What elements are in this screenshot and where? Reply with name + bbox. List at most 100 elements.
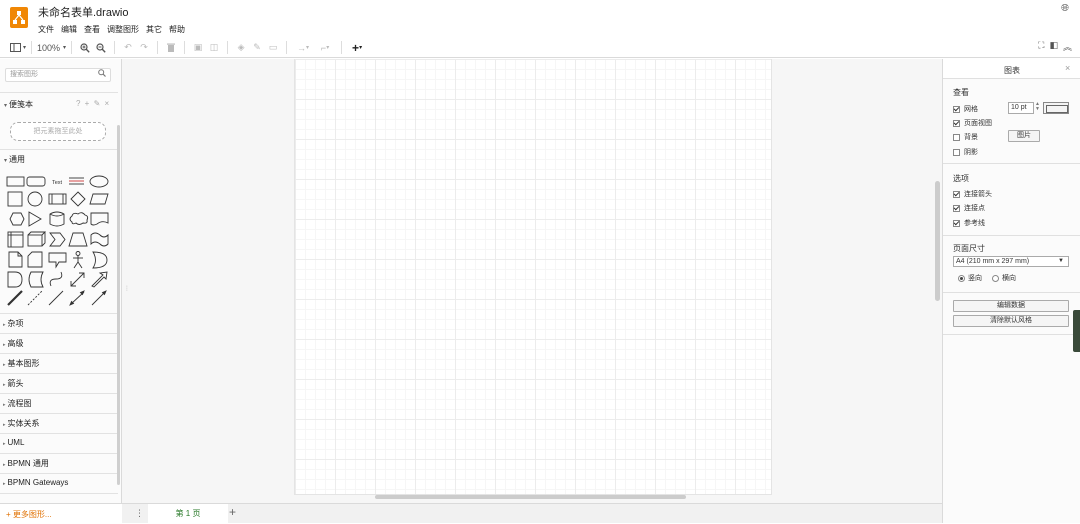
- line-color-icon[interactable]: ✎: [249, 40, 265, 56]
- fullscreen-icon[interactable]: ⛶: [1038, 40, 1044, 53]
- category-bpmn-gateways[interactable]: ▸ BPMN Gateways: [3, 478, 68, 487]
- connection-style-icon[interactable]: → ▾: [292, 40, 314, 56]
- category-flowchart[interactable]: ▸ 流程图: [3, 398, 32, 409]
- grid-size-spinner-icon[interactable]: ▲ ▼: [1035, 102, 1040, 112]
- clear-default-style-button[interactable]: 清除默认风格: [953, 315, 1069, 327]
- floating-side-widget[interactable]: [1073, 310, 1080, 352]
- fill-color-icon[interactable]: ◈: [233, 40, 249, 56]
- zoom-select[interactable]: 100% ▾: [37, 40, 66, 56]
- scratchpad-drop-zone[interactable]: 把元素拖至此处: [10, 122, 106, 141]
- collapse-chevron-icon[interactable]: ︽: [1063, 40, 1072, 53]
- checkbox-checked[interactable]: [953, 219, 960, 227]
- delete-icon[interactable]: [163, 40, 179, 56]
- menu-file[interactable]: 文件: [38, 24, 54, 35]
- sidebar-scrollbar[interactable]: [117, 125, 120, 485]
- toolbar-separator: [341, 41, 343, 54]
- shape-process: [48, 193, 67, 205]
- shape-document: [90, 212, 109, 226]
- shadow-icon[interactable]: ▭: [265, 40, 281, 56]
- shape-search-input[interactable]: 搜索图形: [5, 68, 111, 82]
- add-page-icon[interactable]: +: [229, 505, 236, 519]
- waypoints-icon[interactable]: ⌐ ▾: [314, 40, 336, 56]
- background-image-button[interactable]: 图片: [1008, 130, 1040, 142]
- redo-icon[interactable]: ↷: [136, 40, 152, 56]
- scratchpad-actions[interactable]: ? + ✎ ×: [76, 99, 110, 108]
- paper-size-select[interactable]: A4 (210 mm x 297 mm) ▼: [953, 256, 1069, 267]
- scratchpad-header[interactable]: ▾ 便笺本: [4, 99, 33, 110]
- shape-circle: [27, 191, 43, 207]
- portrait-radio[interactable]: [958, 274, 965, 282]
- category-misc[interactable]: ▸ 杂项: [3, 318, 24, 329]
- checkbox-checked[interactable]: [953, 204, 960, 212]
- to-back-icon[interactable]: ◫: [206, 40, 222, 56]
- expand-arrow-icon: ▾: [4, 103, 8, 109]
- shape-line: [48, 290, 64, 306]
- connection-points-checkbox[interactable]: 连接点: [953, 203, 985, 213]
- shape-rounded-rectangle: [26, 176, 46, 187]
- menu-help[interactable]: 帮助: [169, 24, 185, 35]
- format-panel-title[interactable]: 图表: [943, 65, 1080, 76]
- menu-view[interactable]: 查看: [84, 24, 100, 35]
- guides-checkbox[interactable]: 参考线: [953, 218, 985, 228]
- landscape-radio[interactable]: [992, 274, 999, 282]
- landscape-label: 横向: [1002, 275, 1016, 282]
- insert-plus-icon[interactable]: + ▾: [347, 40, 367, 56]
- search-icon[interactable]: [98, 69, 106, 79]
- category-uml[interactable]: ▸ UML: [3, 438, 24, 447]
- sidebar-divider: [0, 373, 118, 374]
- shape-thick-line: [7, 290, 23, 306]
- undo-icon[interactable]: ↶: [120, 40, 136, 56]
- more-shapes-link[interactable]: + 更多图形...: [0, 503, 122, 523]
- category-basic[interactable]: ▸ 基本图形: [3, 358, 40, 369]
- checkbox-checked[interactable]: [953, 190, 960, 198]
- collapsed-arrow-icon: ▸: [3, 402, 6, 408]
- category-advanced[interactable]: ▸ 高级: [3, 338, 24, 349]
- shape-textbox: [69, 177, 84, 185]
- category-arrows[interactable]: ▸ 箭头: [3, 378, 24, 389]
- toolbar-separator: [71, 41, 73, 54]
- canvas-horizontal-scrollbar[interactable]: [375, 495, 686, 499]
- to-front-icon[interactable]: ▣: [190, 40, 206, 56]
- shape-tape: [90, 232, 109, 247]
- language-globe-icon[interactable]: 🌐︎: [1061, 3, 1069, 14]
- category-entity-relation[interactable]: ▸ 实体关系: [3, 418, 40, 429]
- checkbox-unchecked[interactable]: [953, 148, 960, 156]
- grid-size-input[interactable]: 10 pt: [1008, 102, 1034, 114]
- checkbox-checked[interactable]: [953, 119, 960, 127]
- category-bpmn-general[interactable]: ▸ BPMN 通用: [3, 458, 49, 469]
- panel-divider: [943, 235, 1080, 236]
- pages-menu-icon[interactable]: ⋮: [135, 508, 144, 519]
- menu-edit[interactable]: 编辑: [61, 24, 77, 35]
- grid-color-picker[interactable]: [1043, 102, 1069, 114]
- general-section-header[interactable]: ▾ 通用: [4, 154, 25, 165]
- portrait-label: 竖向: [968, 275, 982, 282]
- canvas-vertical-scrollbar[interactable]: [935, 181, 940, 301]
- edit-data-button[interactable]: 编辑数据: [953, 300, 1069, 312]
- panel-divider: [943, 163, 1080, 164]
- file-title[interactable]: 未命名表单.drawio: [38, 4, 128, 20]
- close-icon[interactable]: ×: [1065, 63, 1070, 73]
- connection-arrows-checkbox[interactable]: 连接箭头: [953, 189, 992, 199]
- grid-checkbox[interactable]: 网格: [953, 104, 978, 114]
- panel-divider: [943, 292, 1080, 293]
- diagram-page[interactable]: [294, 59, 772, 495]
- toolbar-separator: [157, 41, 159, 54]
- paper-size-heading: 页面尺寸: [953, 244, 985, 253]
- menu-extras[interactable]: 其它: [146, 24, 162, 35]
- page-view-checkbox[interactable]: 页面视图: [953, 118, 992, 128]
- checkbox-checked[interactable]: [953, 105, 960, 113]
- zoom-out-icon[interactable]: [93, 40, 109, 56]
- sidebar-resize-handle[interactable]: ⋮: [124, 285, 130, 292]
- menu-arrange[interactable]: 调整图形: [107, 24, 139, 35]
- view-heading: 查看: [953, 88, 969, 97]
- background-checkbox[interactable]: 背景: [953, 132, 978, 142]
- collapsed-arrow-icon: ▸: [3, 422, 6, 428]
- shape-or: [92, 251, 108, 269]
- checkbox-unchecked[interactable]: [953, 133, 960, 141]
- shadow-checkbox[interactable]: 阴影: [953, 147, 978, 157]
- tab-page-1[interactable]: 第 1 页: [148, 504, 228, 524]
- view-panels-icon[interactable]: ▾: [10, 40, 26, 56]
- diagram-canvas[interactable]: ⋮: [122, 59, 942, 503]
- zoom-in-icon[interactable]: [77, 40, 93, 56]
- format-panel-toggle-icon[interactable]: ◧: [1049, 40, 1058, 53]
